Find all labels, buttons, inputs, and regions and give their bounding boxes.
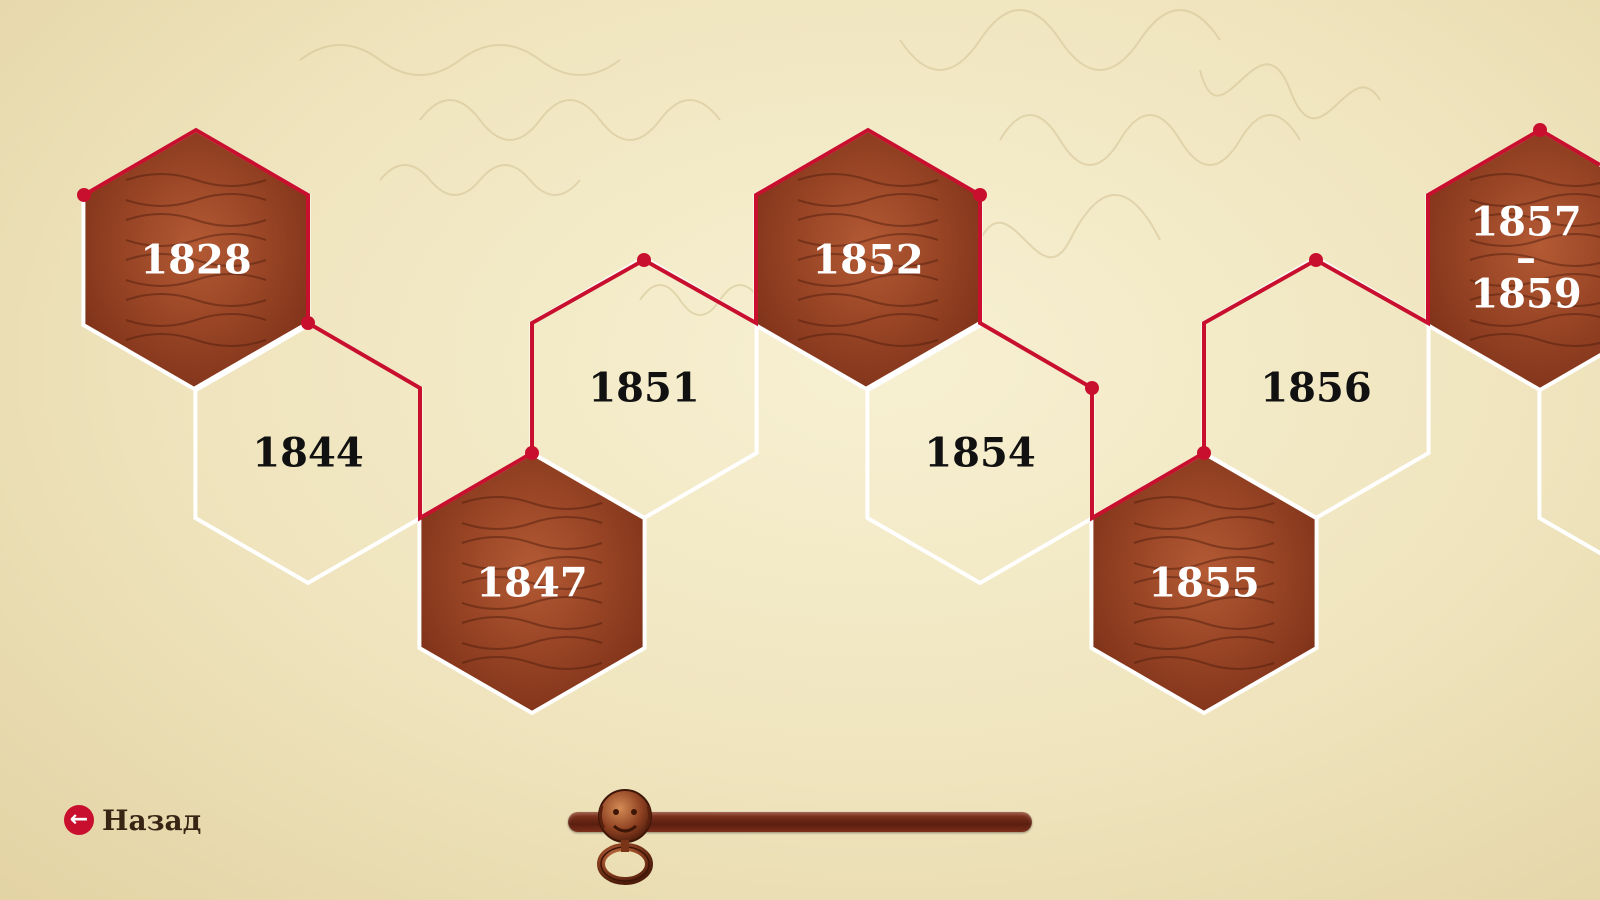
back-button[interactable]: ← Назад [64, 800, 201, 840]
timeline-year-label: 1851 [588, 365, 699, 412]
timeline-node-dot [1533, 123, 1547, 137]
timeline-node-dot [77, 188, 91, 202]
timeline-node-dot [1085, 381, 1099, 395]
timeline-year-label: 1828 [140, 237, 251, 284]
timeline-year-label: 1844 [252, 430, 363, 477]
back-button-label: Назад [102, 803, 202, 837]
timeline-year-label: 1847 [476, 560, 587, 607]
timeline-stage: 182818441847185118521854185518561857–185… [77, 9, 1600, 716]
timeline-node-dot [973, 188, 987, 202]
timeline-node-dot [1309, 253, 1323, 267]
timeline-year-label: 1856 [1260, 365, 1371, 412]
lion-door-knocker-icon[interactable] [592, 786, 658, 886]
timeline-node-dot [301, 316, 315, 330]
timeline-year-label: 1855 [1148, 560, 1259, 607]
timeline-year-label: 1852 [812, 237, 923, 284]
timeline-node-dot [525, 446, 539, 460]
timeline-year-label: 1859 [1470, 271, 1581, 318]
timeline-hex-image-item[interactable] [1425, 127, 1600, 393]
timeline-year-label: 1854 [924, 430, 1035, 477]
timeline-node-dot [637, 253, 651, 267]
timeline-node-dot [1197, 446, 1211, 460]
arrow-left-circle-icon: ← [64, 805, 94, 835]
